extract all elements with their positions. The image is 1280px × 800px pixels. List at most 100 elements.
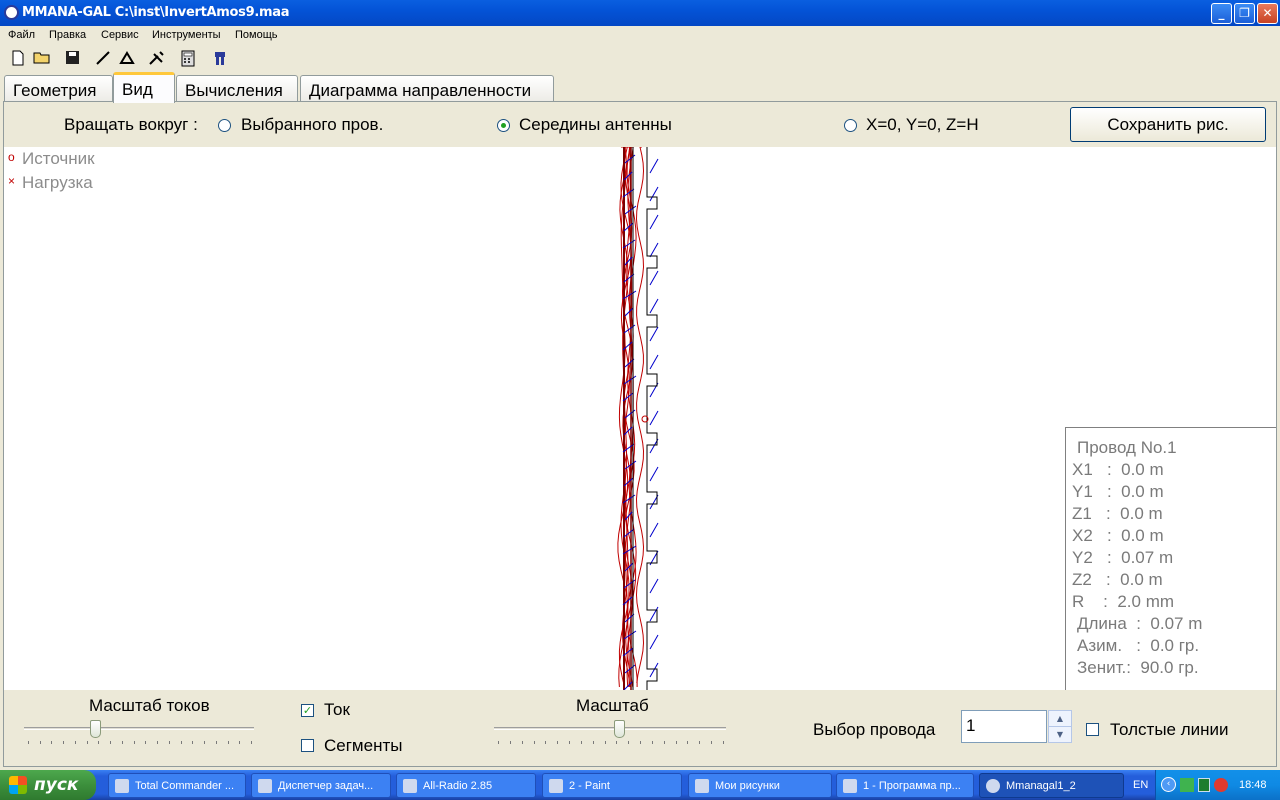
antenna-view-canvas[interactable]: o Источник × Нагрузка Провод No.1 X1 : 0.0… — [4, 147, 1276, 690]
minimize-button[interactable]: _ — [1211, 3, 1232, 24]
language-indicator[interactable]: EN — [1133, 779, 1148, 791]
mmana-icon — [986, 779, 1000, 793]
figure-icon[interactable] — [211, 50, 229, 68]
title-bar[interactable]: MMANA-GAL C:\inst\InvertAmos9.maa _ ❐ ✕ — [0, 0, 1280, 26]
battery-icon[interactable] — [1198, 778, 1210, 792]
wire-info-panel: Провод No.1 X1 : 0.0 m Y1 : 0.0 m Z1 : 0… — [1065, 427, 1276, 690]
current-curve — [635, 147, 645, 684]
spin-down-icon[interactable]: ▼ — [1049, 727, 1071, 742]
network-icon[interactable] — [1180, 778, 1194, 792]
tab-radiation-pattern[interactable]: Диаграмма направленности — [300, 75, 554, 102]
current-scale-thumb[interactable] — [90, 720, 101, 738]
wire-info-title: Провод No.1 — [1077, 438, 1177, 457]
rotate-label: Вращать вокруг : — [64, 115, 198, 134]
thick-lines-label[interactable]: Толстые линии — [1110, 720, 1229, 740]
radio-origin[interactable] — [844, 119, 857, 132]
wire-select-spinner[interactable]: ▲ ▼ — [1048, 710, 1072, 743]
current-stroke — [649, 634, 659, 650]
rotate-options-bar: Вращать вокруг : Выбранного пров. Середи… — [4, 102, 1276, 147]
maximize-button[interactable]: ❐ — [1234, 3, 1255, 24]
wire-select-input[interactable]: 1 — [961, 710, 1047, 743]
task-label: 1 - Программа пр... — [863, 780, 961, 792]
tick-mark — [74, 741, 76, 744]
calculator-icon[interactable] — [179, 50, 197, 68]
task-mmanagal[interactable]: Mmanagal1_2 — [979, 773, 1124, 798]
scale-thumb[interactable] — [614, 720, 625, 738]
menu-edit[interactable]: Правка — [49, 29, 86, 41]
start-button[interactable]: пуск — [0, 770, 96, 800]
all-radio-icon — [403, 779, 417, 793]
radio-antenna-center[interactable] — [497, 119, 510, 132]
new-file-icon[interactable] — [9, 50, 27, 68]
tick-mark — [651, 741, 653, 744]
tick-mark — [133, 741, 135, 744]
segments-checkbox-label[interactable]: Сегменты — [324, 736, 402, 756]
tray-expand-icon[interactable]: ‹ — [1161, 777, 1176, 792]
tick-mark — [204, 741, 206, 744]
segments-checkbox[interactable] — [301, 739, 314, 752]
tick-mark — [110, 741, 112, 744]
wire-info-x2: X2 : 0.0 m — [1072, 526, 1164, 545]
menu-file[interactable]: Файл — [8, 29, 35, 41]
view-controls: Масштаб токов ✓ Ток Сегменты Масштаб Выб… — [4, 690, 1276, 766]
tab-view[interactable]: Вид — [113, 72, 175, 103]
tick-mark — [604, 741, 606, 744]
spin-up-icon[interactable]: ▲ — [1049, 711, 1071, 727]
radio-selected-wire[interactable] — [218, 119, 231, 132]
window-title: MMANA-GAL C:\inst\InvertAmos9.maa — [22, 5, 290, 20]
tick-mark — [628, 741, 630, 744]
menu-tools[interactable]: Инструменты — [152, 29, 221, 41]
current-scale-track[interactable] — [24, 727, 254, 730]
radio-origin-label[interactable]: X=0, Y=0, Z=H — [866, 115, 979, 135]
task-task-manager[interactable]: Диспетчер задач... — [251, 773, 391, 798]
tick-mark — [545, 741, 547, 744]
draw-line-icon[interactable] — [94, 50, 112, 68]
current-stroke — [649, 298, 659, 314]
task-total-commander[interactable]: Total Commander ... — [108, 773, 246, 798]
task-label: 2 - Paint — [569, 780, 610, 792]
tick-mark — [239, 741, 241, 744]
tools-icon[interactable] — [148, 50, 166, 68]
scale-track[interactable] — [494, 727, 726, 730]
tab-calculations[interactable]: Вычисления — [176, 75, 298, 102]
current-checkbox[interactable]: ✓ — [301, 704, 314, 717]
current-scale-ticks — [28, 741, 252, 746]
wire-select-label: Выбор провода — [813, 720, 936, 739]
menu-bar: Файл Правка Сервис Инструменты Помощь — [0, 26, 1280, 45]
save-disk-icon[interactable] — [63, 50, 81, 68]
view-panel: Вращать вокруг : Выбранного пров. Середи… — [3, 101, 1277, 767]
open-folder-icon[interactable] — [33, 50, 51, 68]
tick-mark — [498, 741, 499, 744]
tab-strip: Геометрия Вид Вычисления Диаграмма напра… — [0, 72, 1280, 103]
menu-service[interactable]: Сервис — [101, 29, 139, 41]
thick-lines-checkbox[interactable] — [1086, 723, 1099, 736]
taskbar: пуск Total Commander ... Диспетчер задач… — [0, 770, 1280, 800]
total-commander-icon — [115, 779, 129, 793]
menu-help[interactable]: Помощь — [235, 29, 278, 41]
current-checkbox-label[interactable]: Ток — [324, 700, 350, 720]
wire-info-y1: Y1 : 0.0 m — [1072, 482, 1164, 501]
tick-mark — [592, 741, 594, 744]
task-manager-icon — [258, 779, 272, 793]
triangle-icon[interactable] — [118, 50, 136, 68]
tick-mark — [86, 741, 88, 744]
tab-geometry[interactable]: Геометрия — [4, 75, 113, 102]
tick-mark — [168, 741, 170, 744]
current-stroke — [649, 242, 659, 258]
current-stroke — [649, 522, 659, 538]
clock[interactable]: 18:48 — [1239, 779, 1267, 791]
app-icon[interactable] — [4, 5, 19, 20]
save-picture-button[interactable]: Сохранить рис. — [1070, 107, 1266, 142]
close-button[interactable]: ✕ — [1257, 3, 1278, 24]
tick-mark — [640, 741, 642, 744]
task-viewer[interactable]: 1 - Программа пр... — [836, 773, 974, 798]
radio-antenna-center-label[interactable]: Середины антенны — [519, 115, 672, 135]
tick-mark — [557, 741, 559, 744]
task-label: All-Radio 2.85 — [423, 780, 493, 792]
tick-mark — [251, 741, 252, 744]
task-all-radio[interactable]: All-Radio 2.85 — [396, 773, 536, 798]
task-my-pictures[interactable]: Мои рисунки — [688, 773, 832, 798]
task-paint[interactable]: 2 - Paint — [542, 773, 682, 798]
volume-icon[interactable] — [1214, 778, 1228, 792]
radio-selected-wire-label[interactable]: Выбранного пров. — [241, 115, 383, 135]
